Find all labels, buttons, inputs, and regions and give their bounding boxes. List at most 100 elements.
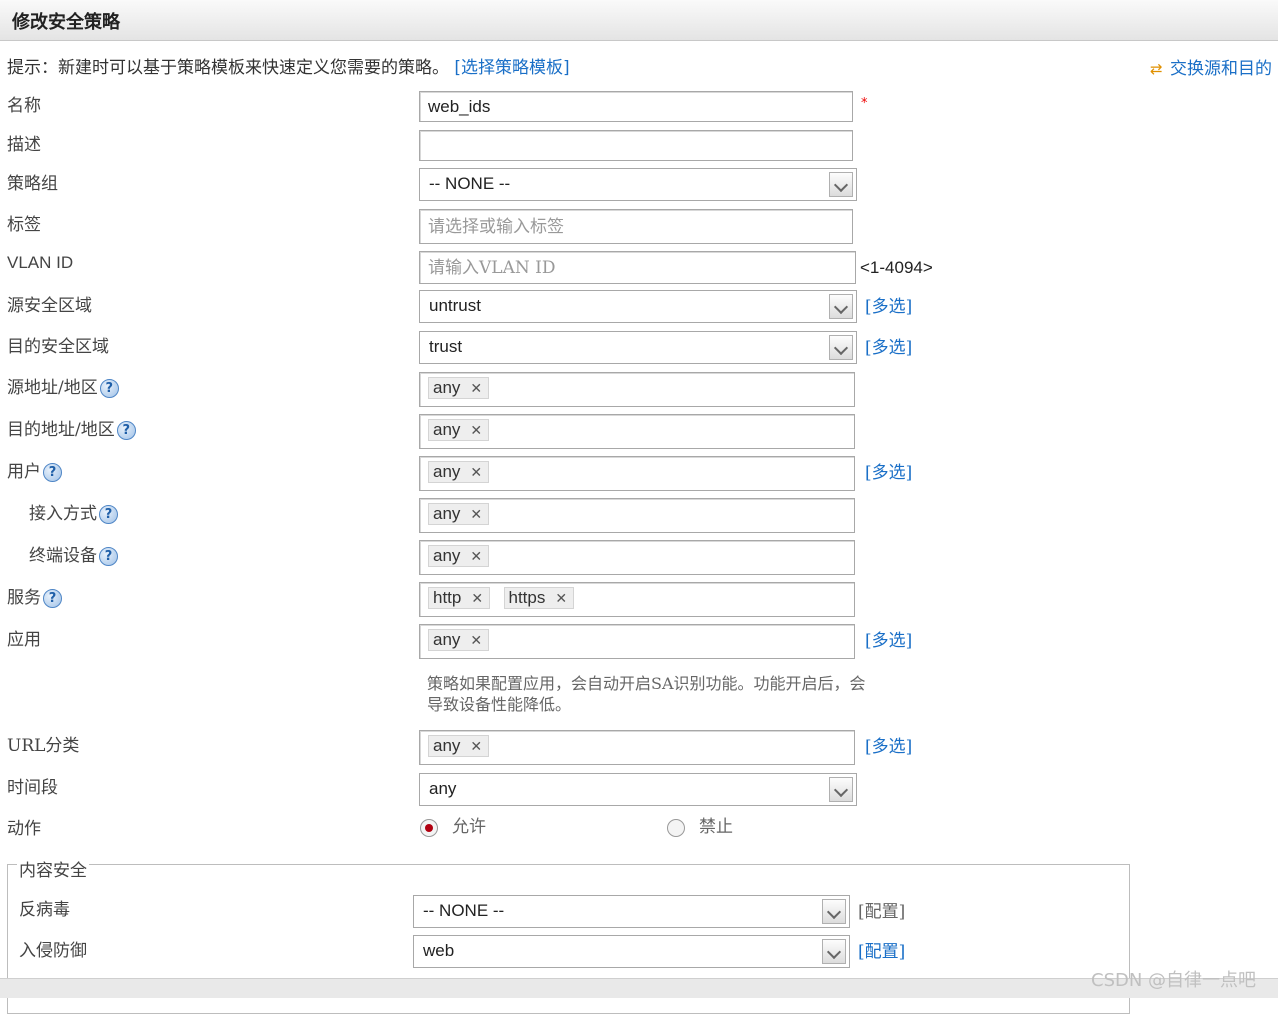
ips-select[interactable]: web	[413, 935, 850, 968]
url-tagbox[interactable]: any ✕	[419, 730, 855, 765]
radio-unchecked-icon[interactable]	[667, 818, 685, 837]
dst-zone-select[interactable]: trust	[419, 331, 857, 364]
device-label: 终端设备?	[29, 541, 118, 566]
application-note: 策略如果配置应用，会自动开启SA识别功能。功能开启后，会导致设备性能降低。	[427, 674, 866, 714]
tag-chip: any ✕	[428, 461, 490, 483]
chevron-down-icon[interactable]	[829, 777, 853, 802]
tag-chip: http ✕	[428, 587, 491, 609]
tag-chip: any ✕	[428, 419, 490, 441]
src-zone-multi-link[interactable]: [多选]	[865, 292, 912, 317]
vlan-field[interactable]	[419, 251, 856, 284]
swap-src-dst-link[interactable]: ⇄ 交换源和目的	[1150, 54, 1272, 79]
help-icon[interactable]: ?	[99, 379, 119, 398]
hint-row: 提示：新建时可以基于策略模板来快速定义您需要的策略。 [选择策略模板]	[7, 53, 570, 78]
antivirus-value: -- NONE --	[423, 901, 505, 920]
remove-tag-icon[interactable]: ✕	[555, 588, 567, 608]
remove-tag-icon[interactable]: ✕	[470, 420, 482, 440]
src-addr-label: 源地址/地区?	[7, 373, 119, 398]
name-input[interactable]	[428, 93, 848, 120]
content-security-legend: 内容安全	[17, 856, 89, 881]
remove-tag-icon[interactable]: ✕	[471, 588, 483, 608]
device-tagbox[interactable]: any ✕	[419, 540, 855, 575]
remove-tag-icon[interactable]: ✕	[470, 378, 482, 398]
src-zone-label: 源安全区域	[7, 296, 92, 316]
dst-addr-tagbox[interactable]: any ✕	[419, 414, 855, 449]
hint-text: 提示：新建时可以基于策略模板来快速定义您需要的策略。	[7, 58, 449, 78]
name-field[interactable]	[419, 91, 853, 122]
help-icon[interactable]: ?	[99, 547, 118, 566]
antivirus-select[interactable]: -- NONE --	[413, 895, 850, 928]
vlan-label: VLAN ID	[7, 253, 74, 272]
footer-bar	[0, 978, 1278, 998]
chevron-down-icon[interactable]	[822, 899, 846, 924]
dst-zone-label: 目的安全区域	[7, 337, 109, 357]
radio-checked-icon[interactable]	[420, 818, 438, 837]
remove-tag-icon[interactable]: ✕	[470, 736, 482, 756]
user-tagbox[interactable]: any ✕	[419, 456, 855, 491]
antivirus-config-link[interactable]: [配置]	[858, 897, 905, 922]
action-permit-radio[interactable]: 允许	[420, 812, 486, 837]
help-icon[interactable]: ?	[116, 421, 136, 440]
chevron-down-icon[interactable]	[822, 939, 846, 964]
watermark: CSDN @自律一点吧	[1091, 970, 1257, 991]
tag-chip: any ✕	[428, 735, 490, 757]
remove-tag-icon[interactable]: ✕	[470, 546, 482, 566]
chevron-down-icon[interactable]	[829, 335, 853, 360]
url-label: URL分类	[7, 736, 80, 756]
action-deny-radio[interactable]: 禁止	[667, 812, 733, 837]
access-label: 接入方式?	[29, 499, 118, 524]
time-select[interactable]: any	[419, 773, 857, 806]
help-icon[interactable]: ?	[43, 463, 62, 482]
application-tagbox[interactable]: any ✕	[419, 624, 855, 659]
user-multi-link[interactable]: [多选]	[865, 458, 912, 483]
required-mark: *	[861, 96, 868, 111]
action-label: 动作	[7, 819, 41, 839]
ips-label: 入侵防御	[19, 941, 87, 961]
user-label: 用户?	[7, 457, 62, 482]
vlan-range: <1-4094>	[860, 258, 933, 277]
tag-chip: any ✕	[428, 377, 490, 399]
help-icon[interactable]: ?	[43, 589, 62, 608]
help-icon[interactable]: ?	[99, 505, 118, 524]
policy-group-label: 策略组	[7, 174, 58, 194]
title-bar: 修改安全策略	[0, 0, 1278, 41]
ips-config-link[interactable]: [配置]	[858, 937, 905, 962]
tag-chip: any ✕	[428, 545, 490, 567]
description-input[interactable]	[428, 132, 848, 159]
src-zone-value: untrust	[429, 296, 481, 315]
tag-chip: https ✕	[503, 587, 575, 609]
src-zone-select[interactable]: untrust	[419, 290, 857, 323]
time-value: any	[429, 779, 457, 798]
name-label: 名称	[7, 96, 41, 116]
time-label: 时间段	[7, 778, 58, 798]
policy-group-select[interactable]: -- NONE --	[419, 168, 857, 201]
dst-zone-multi-link[interactable]: [多选]	[865, 333, 912, 358]
vlan-input[interactable]	[428, 254, 848, 281]
service-tagbox[interactable]: http ✕ https ✕	[419, 582, 855, 617]
tag-field[interactable]	[419, 209, 853, 244]
remove-tag-icon[interactable]: ✕	[470, 504, 482, 524]
tag-chip: any ✕	[428, 629, 490, 651]
ips-value: web	[423, 941, 455, 960]
description-field[interactable]	[419, 130, 853, 161]
chevron-down-icon[interactable]	[829, 172, 853, 197]
url-multi-link[interactable]: [多选]	[865, 732, 912, 757]
swap-arrows-icon: ⇄	[1150, 60, 1163, 78]
page-title: 修改安全策略	[12, 12, 120, 33]
application-label: 应用	[7, 630, 41, 650]
tag-chip: any ✕	[428, 503, 490, 525]
remove-tag-icon[interactable]: ✕	[470, 462, 482, 482]
select-template-link[interactable]: [选择策略模板]	[454, 58, 569, 78]
policy-group-value: -- NONE --	[429, 174, 511, 193]
dst-addr-label: 目的地址/地区?	[7, 415, 136, 440]
access-tagbox[interactable]: any ✕	[419, 498, 855, 533]
chevron-down-icon[interactable]	[829, 294, 853, 319]
remove-tag-icon[interactable]: ✕	[470, 630, 482, 650]
tag-label: 标签	[7, 215, 41, 235]
antivirus-label: 反病毒	[19, 900, 70, 920]
description-label: 描述	[7, 135, 41, 155]
tag-input[interactable]	[428, 213, 848, 240]
application-multi-link[interactable]: [多选]	[865, 626, 912, 651]
dst-zone-value: trust	[429, 337, 463, 356]
src-addr-tagbox[interactable]: any ✕	[419, 372, 855, 407]
